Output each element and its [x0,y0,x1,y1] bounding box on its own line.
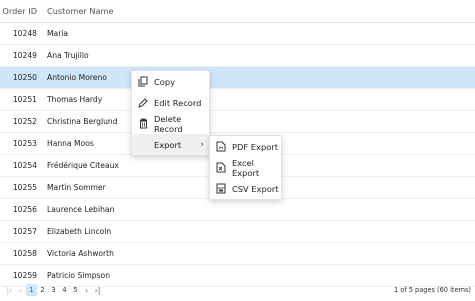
pager: |‹ ‹ 1 2 3 4 5 › ›| 1 of 5 pages (60 ite… [0,279,475,301]
menu-item-export[interactable]: Export › [132,134,209,155]
menu-item-label: CSV Export [232,183,279,194]
menu-item-label: Copy [154,76,176,87]
order-id-cell: 10253 [12,139,37,148]
csv-file-icon [210,183,232,194]
customer-name-cell: Christina Berglund [47,117,118,126]
pencil-icon [132,97,154,108]
header-order-id[interactable]: Order ID [0,6,47,16]
table-row[interactable]: 10248 Maria [0,23,475,45]
menu-item-csv-export[interactable]: CSV Export [210,178,281,199]
menu-item-label: Delete Record [154,113,183,134]
page-2-button[interactable]: 2 [37,286,48,294]
order-id-cell: 10254 [12,161,37,170]
menu-item-label: Edit Record [154,97,202,108]
order-id-cell: 10249 [12,51,37,60]
table-row[interactable]: 10249 Ana Trujillo [0,45,475,67]
customer-name-cell: Maria [47,29,69,38]
last-page-button[interactable]: ›| [92,286,103,295]
table-row[interactable]: 10256 Laurence Lebihan [0,199,475,221]
order-id-cell: 10256 [12,205,37,214]
page-4-button[interactable]: 4 [59,286,70,294]
menu-item-edit-record[interactable]: Edit Record [132,92,209,113]
table-row-selected[interactable]: 10250 Antonio Moreno [0,67,475,89]
page-5-button[interactable]: 5 [70,286,81,294]
table-row[interactable]: 10258 Victoria Ashworth [0,243,475,265]
customer-name-cell: Ana Trujillo [47,51,89,60]
trash-icon [132,118,154,129]
page-3-button[interactable]: 3 [48,286,59,294]
order-id-cell: 10248 [12,29,37,38]
first-page-button[interactable]: |‹ [4,286,15,295]
table-row[interactable]: 10257 Elizabeth Lincoln [0,221,475,243]
table-row[interactable]: 10252 Christina Berglund [0,111,475,133]
next-page-button[interactable]: › [81,286,92,295]
pager-info: 1 of 5 pages (60 items) [394,286,471,294]
menu-item-delete-record[interactable]: Delete Record [132,113,209,134]
copy-icon [132,76,154,87]
order-id-cell: 10255 [12,183,37,192]
customer-name-cell: Laurence Lebihan [47,205,115,214]
excel-file-icon [210,162,232,173]
prev-page-button[interactable]: ‹ [15,286,26,295]
menu-item-label: Excel Export [232,157,260,178]
order-id-cell: 10250 [12,73,37,82]
customer-name-cell: Thomas Hardy [47,95,103,104]
customer-name-cell: Antonio Moreno [47,73,107,82]
menu-item-label: PDF Export [232,141,278,152]
menu-item-copy[interactable]: Copy [132,71,209,92]
customer-name-cell: Elizabeth Lincoln [47,227,112,236]
menu-item-pdf-export[interactable]: PDF Export [210,136,281,157]
page-1-button[interactable]: 1 [26,284,37,296]
order-id-cell: 10258 [12,249,37,258]
grid-header: Order ID Customer Name [0,0,475,23]
header-customer-name[interactable]: Customer Name [47,6,475,16]
order-id-cell: 10257 [12,227,37,236]
customer-name-cell: Victoria Ashworth [47,249,114,258]
menu-item-excel-export[interactable]: Excel Export [210,157,281,178]
pdf-file-icon [210,141,232,152]
order-id-cell: 10252 [12,117,37,126]
export-submenu: PDF Export Excel Export CSV Export [209,135,282,200]
context-menu: Copy Edit Record Delete Record Export › [131,70,210,156]
table-row[interactable]: 10251 Thomas Hardy [0,89,475,111]
order-id-cell: 10251 [12,95,37,104]
chevron-right-icon: › [200,139,204,150]
